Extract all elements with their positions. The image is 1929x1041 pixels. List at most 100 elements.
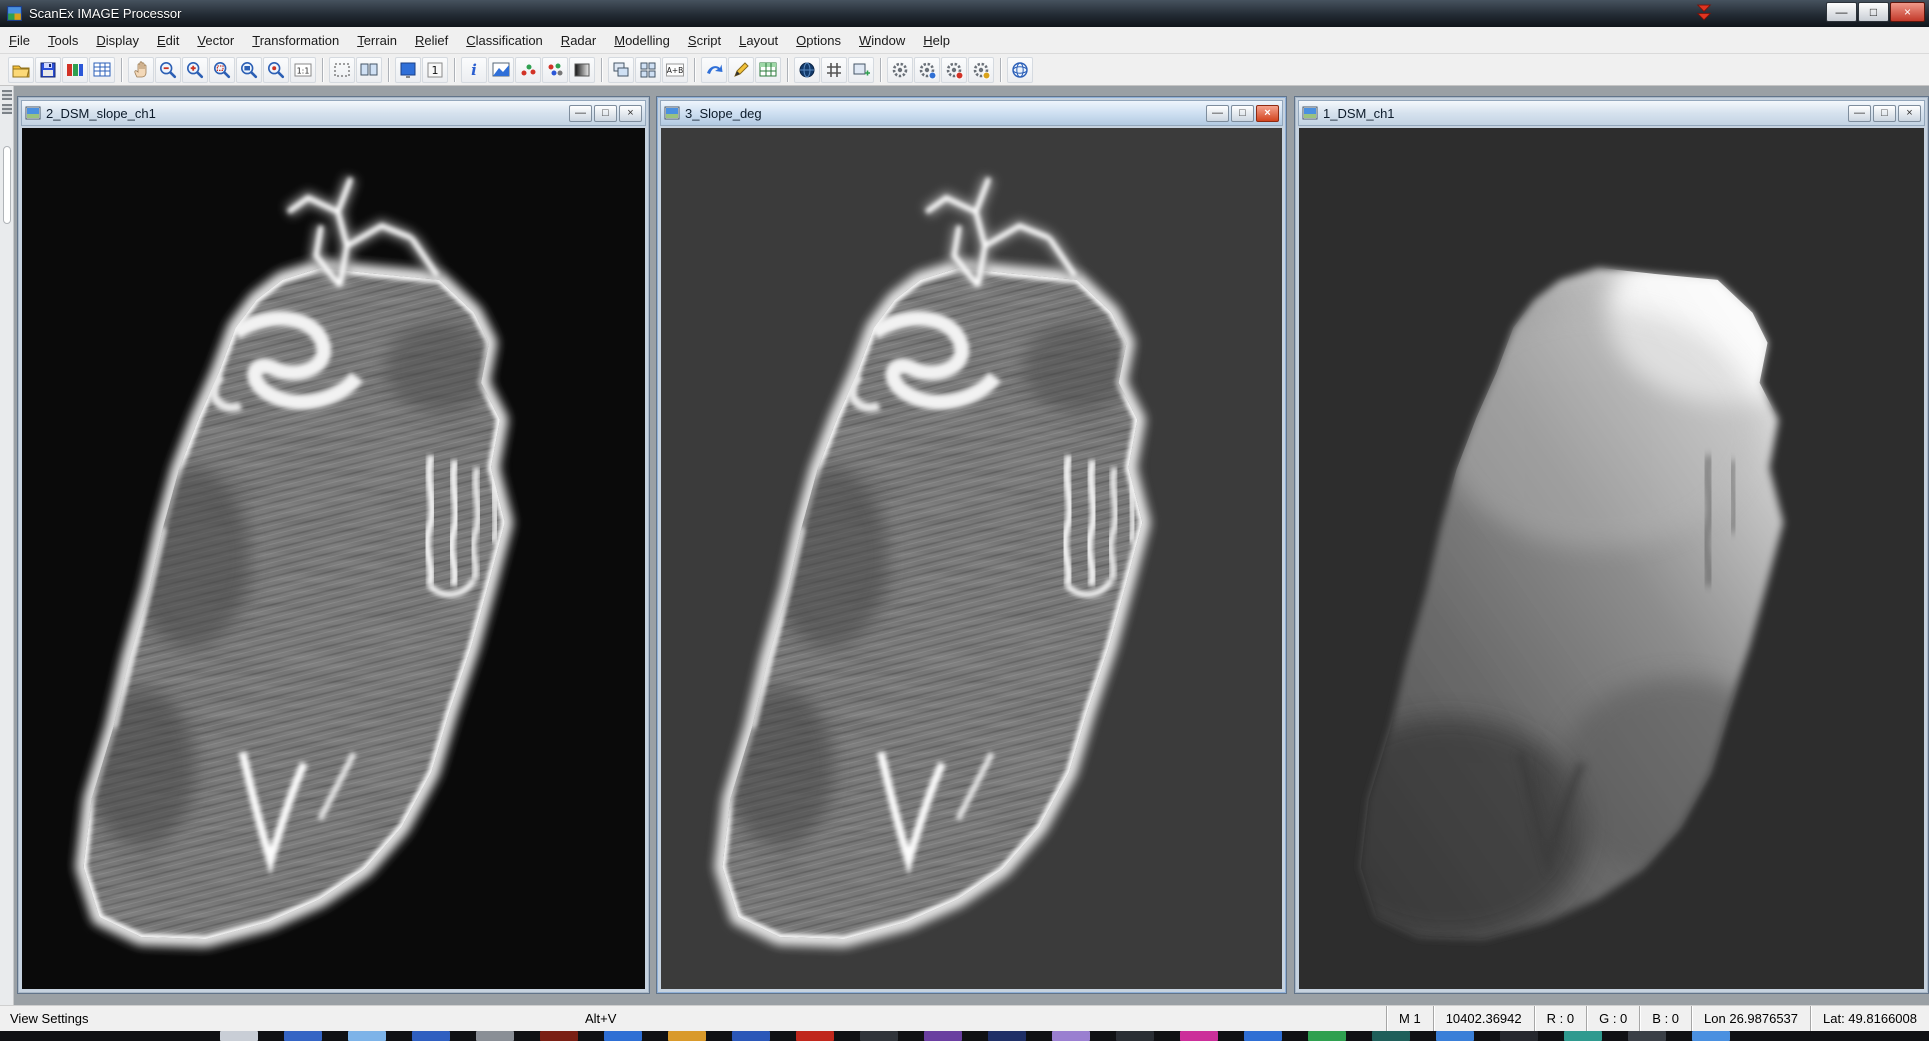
taskbar-icon-14[interactable] (1116, 1031, 1154, 1041)
child-titlebar[interactable]: 1_DSM_ch1 — □ × (1298, 100, 1925, 126)
taskbar-icon-23[interactable] (1692, 1031, 1730, 1041)
child-close-button[interactable]: × (1256, 105, 1279, 122)
taskbar-icon-9[interactable] (796, 1031, 834, 1041)
menu-relief[interactable]: Relief (406, 28, 457, 53)
zoom-window-button[interactable] (209, 57, 235, 83)
menu-radar[interactable]: Radar (552, 28, 605, 53)
menu-window[interactable]: Window (850, 28, 914, 53)
process-a-button[interactable] (887, 57, 913, 83)
child-maximize-button[interactable]: □ (594, 105, 617, 122)
process-d-button[interactable] (968, 57, 994, 83)
taskbar-icon-13[interactable] (1052, 1031, 1090, 1041)
taskbar-icon-18[interactable] (1372, 1031, 1410, 1041)
taskbar-icon-5[interactable] (540, 1031, 578, 1041)
geo-link-button[interactable] (701, 57, 727, 83)
child-close-button[interactable]: × (619, 105, 642, 122)
taskbar-icon-21[interactable] (1564, 1031, 1602, 1041)
image-canvas[interactable] (22, 128, 645, 989)
taskbar-icon-4[interactable] (476, 1031, 514, 1041)
zoom-out-button[interactable] (155, 57, 181, 83)
contrast-stretch-button[interactable] (569, 57, 595, 83)
child-minimize-button[interactable]: — (569, 105, 592, 122)
child-titlebar[interactable]: 2_DSM_slope_ch1 — □ × (21, 100, 646, 126)
histogram-button[interactable] (488, 57, 514, 83)
dock-icon[interactable] (2, 90, 12, 100)
taskbar-icon-22[interactable] (1628, 1031, 1666, 1041)
zoom-scale-button[interactable]: 1:1 (290, 57, 316, 83)
maximize-button[interactable]: □ (1858, 2, 1889, 22)
save-button[interactable] (35, 57, 61, 83)
classification-dots-button[interactable] (542, 57, 568, 83)
taskbar-icon-2[interactable] (348, 1031, 386, 1041)
pan-button[interactable] (128, 57, 154, 83)
projection-button[interactable] (794, 57, 820, 83)
single-view-button[interactable]: 1 (422, 57, 448, 83)
taskbar[interactable] (0, 1031, 1929, 1041)
menu-modelling[interactable]: Modelling (605, 28, 679, 53)
taskbar-icon-1[interactable] (284, 1031, 322, 1041)
menu-edit[interactable]: Edit (148, 28, 188, 53)
scatter-plot-button[interactable] (515, 57, 541, 83)
menu-help[interactable]: Help (914, 28, 959, 53)
image-canvas[interactable] (1299, 128, 1924, 989)
child-titlebar[interactable]: 3_Slope_deg — □ × (660, 100, 1283, 126)
web-map-button[interactable] (1007, 57, 1033, 83)
close-button[interactable]: × (1890, 2, 1925, 22)
image-canvas[interactable] (661, 128, 1282, 989)
taskbar-icon-17[interactable] (1308, 1031, 1346, 1041)
zoom-window-icon (212, 60, 232, 80)
taskbar-icon-19[interactable] (1436, 1031, 1474, 1041)
menu-display[interactable]: Display (87, 28, 148, 53)
new-view-icon (851, 60, 871, 80)
taskbar-icon-7[interactable] (668, 1031, 706, 1041)
channel-composite-button[interactable] (62, 57, 88, 83)
taskbar-icon-0[interactable] (220, 1031, 258, 1041)
taskbar-icon-11[interactable] (924, 1031, 962, 1041)
split-view-button[interactable] (356, 57, 382, 83)
child-maximize-button[interactable]: □ (1873, 105, 1896, 122)
red-arrows-icon[interactable] (1695, 3, 1713, 24)
zoom-full-button[interactable] (236, 57, 262, 83)
taskbar-icon-10[interactable] (860, 1031, 898, 1041)
select-region-button[interactable] (329, 57, 355, 83)
tile-windows-button[interactable] (635, 57, 661, 83)
process-b-button[interactable] (914, 57, 940, 83)
child-maximize-button[interactable]: □ (1231, 105, 1254, 122)
attribute-table-button[interactable] (755, 57, 781, 83)
menu-options[interactable]: Options (787, 28, 850, 53)
open-file-button[interactable] (8, 57, 34, 83)
menu-transformation[interactable]: Transformation (243, 28, 348, 53)
menu-classification[interactable]: Classification (457, 28, 552, 53)
pixel-table-button[interactable] (89, 57, 115, 83)
child-minimize-button[interactable]: — (1848, 105, 1871, 122)
zoom-in-button[interactable] (182, 57, 208, 83)
document-icon (664, 105, 680, 121)
menu-file[interactable]: File (0, 28, 39, 53)
image-info-button[interactable]: i (461, 57, 487, 83)
menu-vector[interactable]: Vector (188, 28, 243, 53)
minimize-button[interactable]: — (1826, 2, 1857, 22)
compare-ab-button[interactable]: A+B (662, 57, 688, 83)
taskbar-icon-20[interactable] (1500, 1031, 1538, 1041)
taskbar-icon-3[interactable] (412, 1031, 450, 1041)
pixel-grid-button[interactable] (821, 57, 847, 83)
child-minimize-button[interactable]: — (1206, 105, 1229, 122)
child-close-button[interactable]: × (1898, 105, 1921, 122)
measure-button[interactable] (728, 57, 754, 83)
zoom-layer-button[interactable] (263, 57, 289, 83)
menu-terrain[interactable]: Terrain (348, 28, 406, 53)
new-view-button[interactable] (848, 57, 874, 83)
menu-layout[interactable]: Layout (730, 28, 787, 53)
cascade-windows-button[interactable] (608, 57, 634, 83)
taskbar-icon-6[interactable] (604, 1031, 642, 1041)
process-c-button[interactable] (941, 57, 967, 83)
taskbar-icon-15[interactable] (1180, 1031, 1218, 1041)
full-screen-button[interactable] (395, 57, 421, 83)
dock-icon[interactable] (2, 104, 12, 114)
taskbar-icon-16[interactable] (1244, 1031, 1282, 1041)
taskbar-icon-12[interactable] (988, 1031, 1026, 1041)
menu-script[interactable]: Script (679, 28, 730, 53)
taskbar-icon-8[interactable] (732, 1031, 770, 1041)
dock-scrollbar[interactable] (3, 146, 11, 224)
menu-tools[interactable]: Tools (39, 28, 87, 53)
